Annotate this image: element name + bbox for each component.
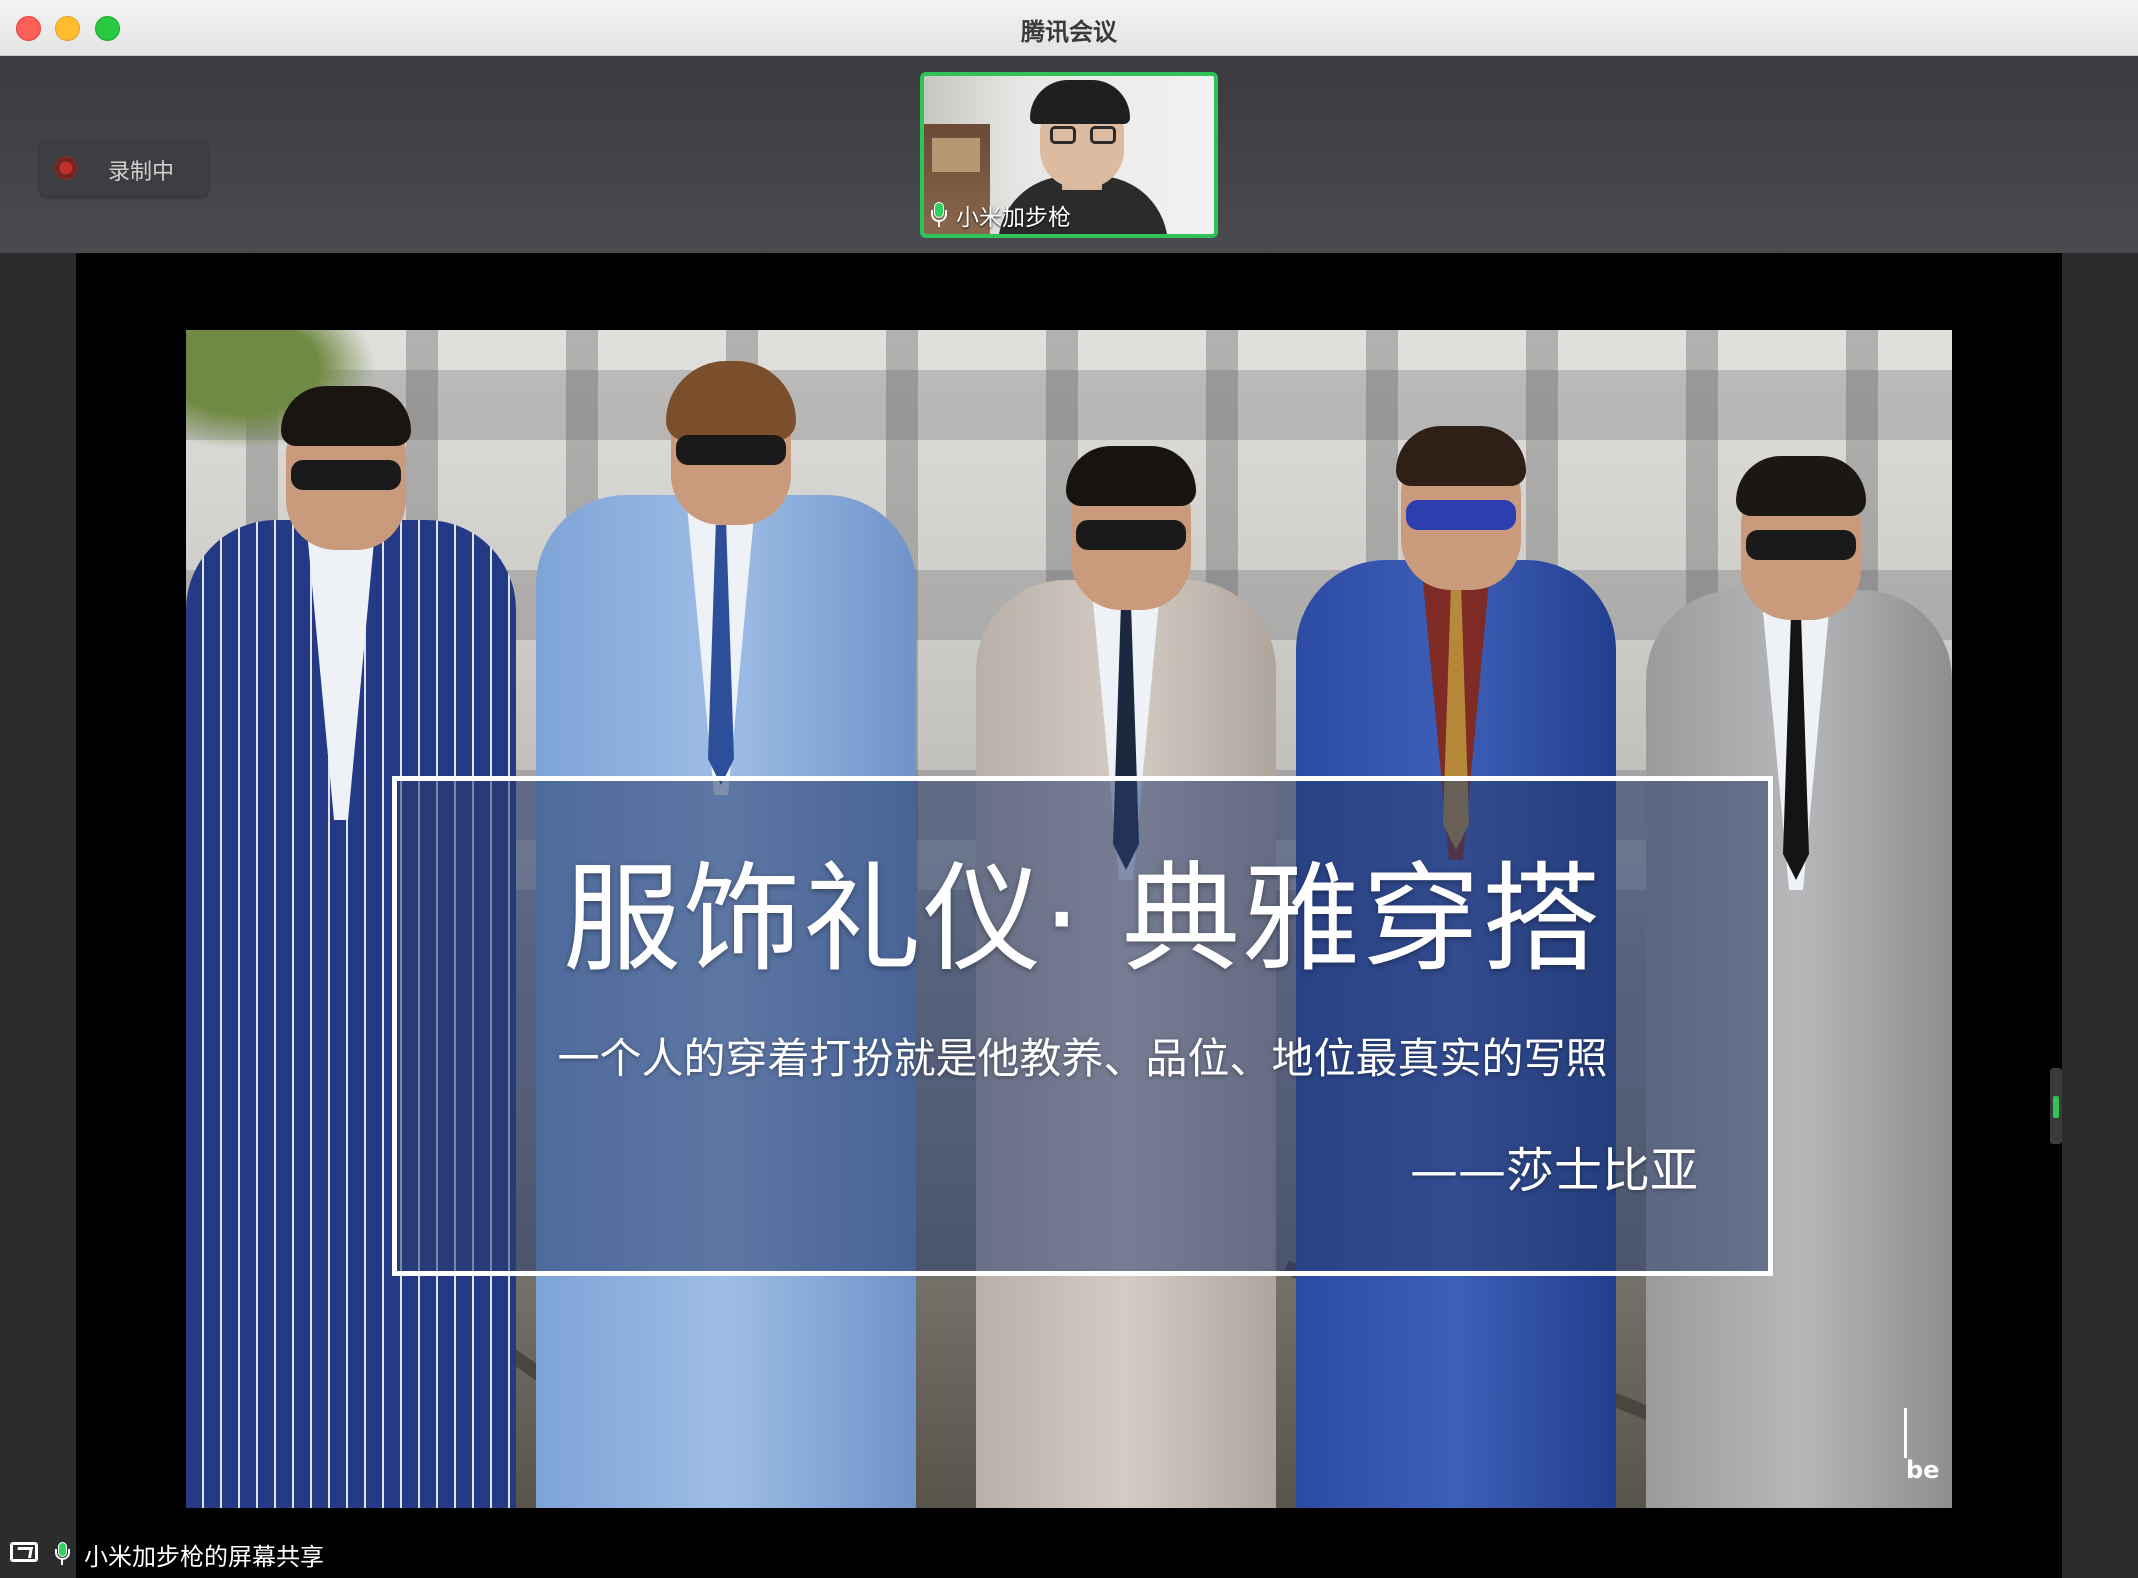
window-title: 腾讯会议	[1021, 18, 1117, 46]
screen-share-status: 小米加步枪的屏幕共享	[0, 1530, 324, 1578]
slide-attribution: ——莎士比亚	[1409, 1143, 1698, 1199]
recording-dot-icon	[54, 156, 78, 180]
presentation-slide: 服饰礼仪· 典雅穿搭 一个人的穿着打扮就是他教养、品位、地位最真实的写照 ——莎…	[186, 330, 1952, 1508]
slide-subtitle: 一个人的穿着打扮就是他教养、品位、地位最真实的写照	[557, 1034, 1608, 1083]
recording-indicator[interactable]: 录制中	[40, 140, 208, 196]
slide-watermark: be	[1903, 1408, 1940, 1484]
participant-video-tile[interactable]: 小米加步枪	[920, 72, 1218, 238]
screen-share-icon	[10, 1542, 40, 1566]
mic-on-icon	[54, 1542, 70, 1566]
title-bar: 腾讯会议	[0, 0, 2138, 56]
recording-label: 录制中	[108, 160, 175, 185]
mic-on-icon	[930, 202, 948, 228]
side-panel-handle[interactable]	[2050, 1068, 2062, 1144]
slide-title-box: 服饰礼仪· 典雅穿搭 一个人的穿着打扮就是他教养、品位、地位最真实的写照 ——莎…	[392, 776, 1773, 1276]
participant-name: 小米加步枪	[956, 205, 1071, 231]
participant-glasses	[1050, 126, 1116, 146]
participant-name-overlay: 小米加步枪	[930, 200, 1071, 231]
slide-title: 服饰礼仪· 典雅穿搭	[562, 850, 1603, 988]
screen-share-label: 小米加步枪的屏幕共享	[84, 1542, 324, 1571]
